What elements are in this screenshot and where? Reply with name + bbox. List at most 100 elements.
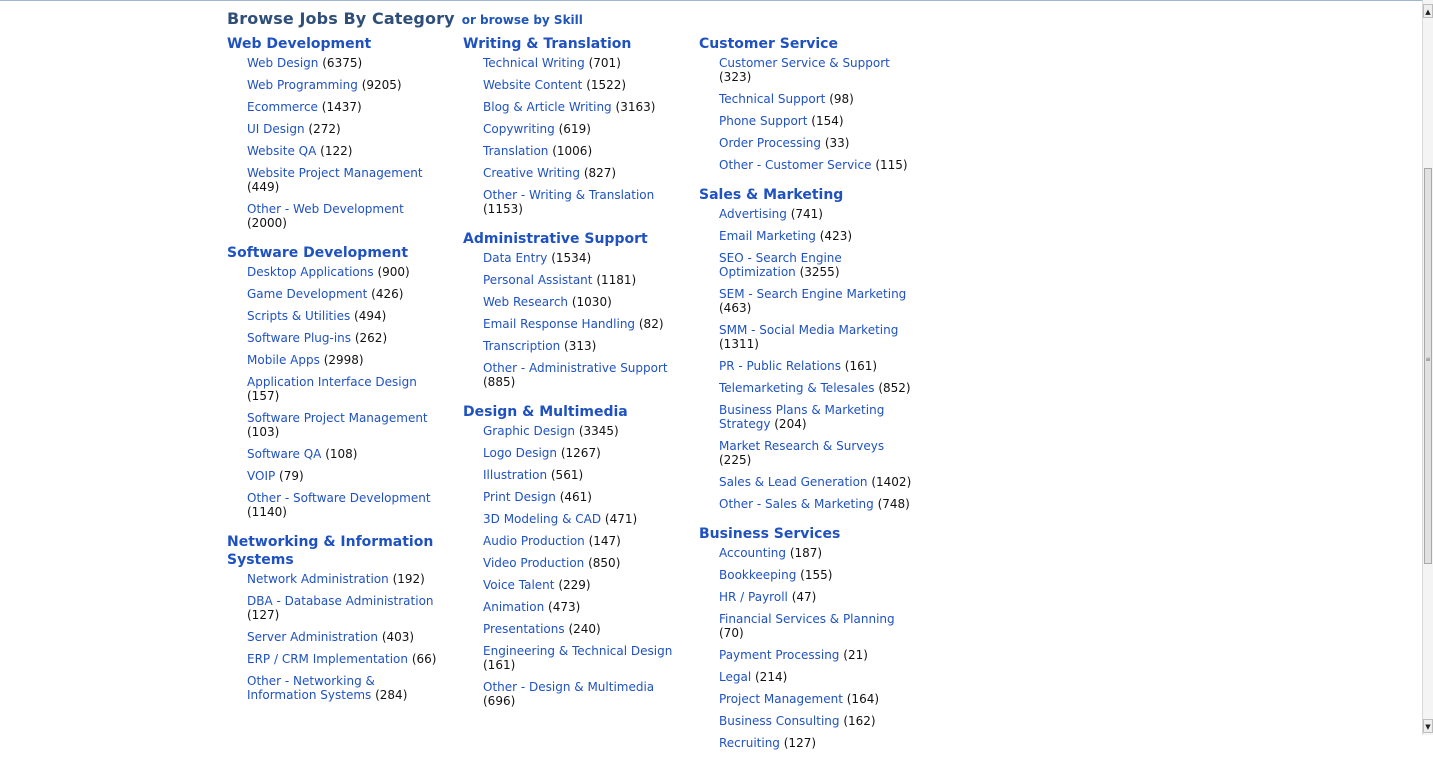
subcategory-link[interactable]: Website Content [483, 78, 582, 92]
subcategory-link[interactable]: Website Project Management [247, 166, 423, 180]
subcategory-link[interactable]: Website QA [247, 144, 316, 158]
subcategory-link[interactable]: Legal [719, 670, 751, 684]
job-count: (108) [325, 447, 358, 461]
subcategory-link[interactable]: Server Administration [247, 630, 378, 644]
subcategory-link[interactable]: VOIP [247, 469, 275, 483]
job-count: (885) [483, 375, 516, 389]
subcategory-link[interactable]: Web Research [483, 295, 568, 309]
category-title-link[interactable]: Sales & Marketing [699, 186, 919, 207]
subcategory-link[interactable]: Video Production [483, 556, 584, 570]
subcategory-link[interactable]: Transcription [483, 339, 560, 353]
subcategory-link[interactable]: Scripts & Utilities [247, 309, 350, 323]
subcategory-link[interactable]: Accounting [719, 546, 786, 560]
subcategory-item: Customer Service & Support (323) [719, 56, 919, 84]
category-title-link[interactable]: Software Development [227, 244, 447, 265]
subcategory-link[interactable]: Sales & Lead Generation [719, 475, 868, 489]
subcategory-link[interactable]: Email Response Handling [483, 317, 635, 331]
subcategory-link[interactable]: Ecommerce [247, 100, 318, 114]
subcategory-link[interactable]: Technical Support [719, 92, 825, 106]
subcategory-link[interactable]: ERP / CRM Implementation [247, 652, 408, 666]
subcategory-link[interactable]: Other - Customer Service [719, 158, 871, 172]
category-title-link[interactable]: Business Services [699, 525, 919, 546]
subcategory-link[interactable]: Game Development [247, 287, 367, 301]
subcategory-link[interactable]: Data Entry [483, 251, 547, 265]
subcategory-link[interactable]: Print Design [483, 490, 556, 504]
subcategory-link[interactable]: Network Administration [247, 572, 389, 586]
subcategory-link[interactable]: Other - Design & Multimedia [483, 680, 654, 694]
subcategory-link[interactable]: 3D Modeling & CAD [483, 512, 601, 526]
subcategory-link[interactable]: SMM - Social Media Marketing [719, 323, 898, 337]
subcategory-link[interactable]: Software Plug-ins [247, 331, 351, 345]
subcategory-link[interactable]: Email Marketing [719, 229, 816, 243]
job-count: (79) [279, 469, 304, 483]
subcategory-link[interactable]: Illustration [483, 468, 547, 482]
subcategory-link[interactable]: Business Consulting [719, 714, 840, 728]
subcategory-link[interactable]: HR / Payroll [719, 590, 788, 604]
subcategory-link[interactable]: Graphic Design [483, 424, 575, 438]
subcategory-item: SEO - Search Engine Optimization (3255) [719, 251, 919, 279]
subcategory-link[interactable]: UI Design [247, 122, 305, 136]
job-count: (426) [371, 287, 404, 301]
subcategory-link[interactable]: Technical Writing [483, 56, 585, 70]
subcategory-link[interactable]: Mobile Apps [247, 353, 320, 367]
subcategory-link[interactable]: Desktop Applications [247, 265, 374, 279]
subcategory-link[interactable]: Engineering & Technical Design [483, 644, 672, 658]
subcategory-link[interactable]: Software QA [247, 447, 321, 461]
subcategory-link[interactable]: Creative Writing [483, 166, 580, 180]
arrow-down-icon[interactable]: ▼ [1423, 719, 1433, 733]
subcategory-link[interactable]: Other - Writing & Translation [483, 188, 654, 202]
subcategory-link[interactable]: Web Programming [247, 78, 358, 92]
subcategory-item: Network Administration (192) [247, 572, 447, 586]
subcategory-link[interactable]: Other - Networking & Information Systems [247, 674, 375, 702]
subcategory-link[interactable]: Telemarketing & Telesales [719, 381, 874, 395]
subcategory-link[interactable]: Customer Service & Support [719, 56, 890, 70]
scrollbar-thumb[interactable]: ≡ [1424, 168, 1432, 564]
category-block: Software Development Desktop Applications… [227, 244, 447, 519]
subcategory-link[interactable]: Logo Design [483, 446, 557, 460]
subcategory-link[interactable]: Translation [483, 144, 548, 158]
subcategory-link[interactable]: PR - Public Relations [719, 359, 841, 373]
subcategory-link[interactable]: Project Management [719, 692, 843, 706]
browse-by-skill-link[interactable]: or browse by Skill [462, 13, 583, 27]
vertical-scrollbar[interactable]: ▲ ≡ ▼ [1422, 0, 1433, 735]
subcategory-link[interactable]: Other - Software Development [247, 491, 431, 505]
subcategory-link[interactable]: Audio Production [483, 534, 585, 548]
subcategory-link[interactable]: Payment Processing [719, 648, 839, 662]
subcategory-link[interactable]: Copywriting [483, 122, 555, 136]
subcategory-link[interactable]: Other - Administrative Support [483, 361, 668, 375]
subcategory-link[interactable]: Market Research & Surveys [719, 439, 884, 453]
subcategory-link[interactable]: Personal Assistant [483, 273, 593, 287]
subcategory-link[interactable]: Application Interface Design [247, 375, 417, 389]
job-count: (701) [588, 56, 621, 70]
subcategory-link[interactable]: Financial Services & Planning [719, 612, 895, 626]
subcategory-link[interactable]: Blog & Article Writing [483, 100, 612, 114]
category-block: Writing & Translation Technical Writing (… [463, 35, 683, 216]
subcategory-link[interactable]: Advertising [719, 207, 787, 221]
category-title-link[interactable]: Administrative Support [463, 230, 683, 251]
subcategory-item: Game Development (426) [247, 287, 447, 301]
subcategory-item: Engineering & Technical Design (161) [483, 644, 683, 672]
subcategory-link[interactable]: Bookkeeping [719, 568, 796, 582]
subcategory-link[interactable]: Other - Sales & Marketing [719, 497, 874, 511]
category-title-link[interactable]: Writing & Translation [463, 35, 683, 56]
subcategory-link[interactable]: Web Design [247, 56, 318, 70]
job-count: (192) [392, 572, 425, 586]
job-count: (741) [790, 207, 823, 221]
subcategory-link[interactable]: Software Project Management [247, 411, 428, 425]
category-title-link[interactable]: Design & Multimedia [463, 403, 683, 424]
subcategory-link[interactable]: Presentations [483, 622, 565, 636]
arrow-up-icon[interactable]: ▲ [1423, 4, 1433, 18]
category-title-link[interactable]: Networking & Information Systems [227, 533, 447, 572]
subcategory-link[interactable]: Animation [483, 600, 544, 614]
subcategory-link[interactable]: Phone Support [719, 114, 807, 128]
subcategory-link[interactable]: Recruiting [719, 736, 780, 750]
job-count: (82) [638, 317, 664, 331]
subcategory-item: Market Research & Surveys (225) [719, 439, 919, 467]
subcategory-link[interactable]: Voice Talent [483, 578, 554, 592]
category-title-link[interactable]: Customer Service [699, 35, 919, 56]
subcategory-link[interactable]: DBA - Database Administration [247, 594, 434, 608]
subcategory-link[interactable]: SEM - Search Engine Marketing [719, 287, 906, 301]
category-title-link[interactable]: Web Development [227, 35, 447, 56]
subcategory-link[interactable]: Other - Web Development [247, 202, 404, 216]
subcategory-link[interactable]: Order Processing [719, 136, 821, 150]
